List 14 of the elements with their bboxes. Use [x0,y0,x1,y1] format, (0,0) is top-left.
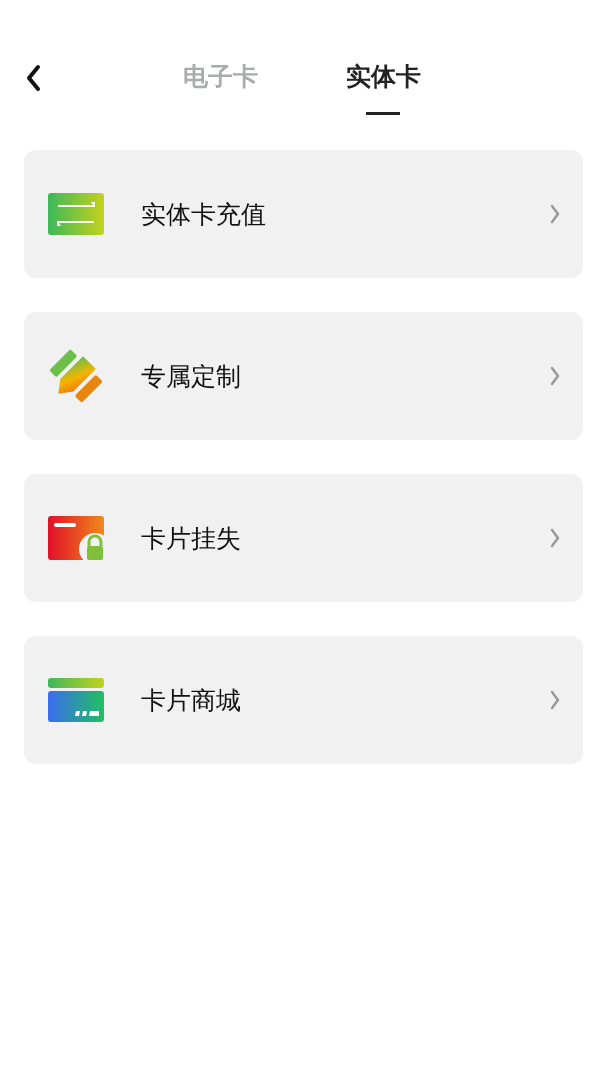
pencil-icon [47,347,105,405]
menu-item[interactable]: 卡片挂失 [24,474,583,602]
chevron-right-icon [549,689,561,711]
menu-item[interactable]: 专属定制 [24,312,583,440]
chevron-right-icon [549,527,561,549]
tab[interactable]: 实体卡 [345,60,421,115]
menu-item[interactable]: 实体卡充值 [24,150,583,278]
chevron-right-icon [549,365,561,387]
locked-card-icon [47,515,105,561]
card-icon [47,677,105,723]
chevron-right-icon [549,203,561,225]
back-icon [24,64,42,92]
transfer-card-icon [47,192,105,236]
menu-item[interactable]: 卡片商城 [24,636,583,764]
